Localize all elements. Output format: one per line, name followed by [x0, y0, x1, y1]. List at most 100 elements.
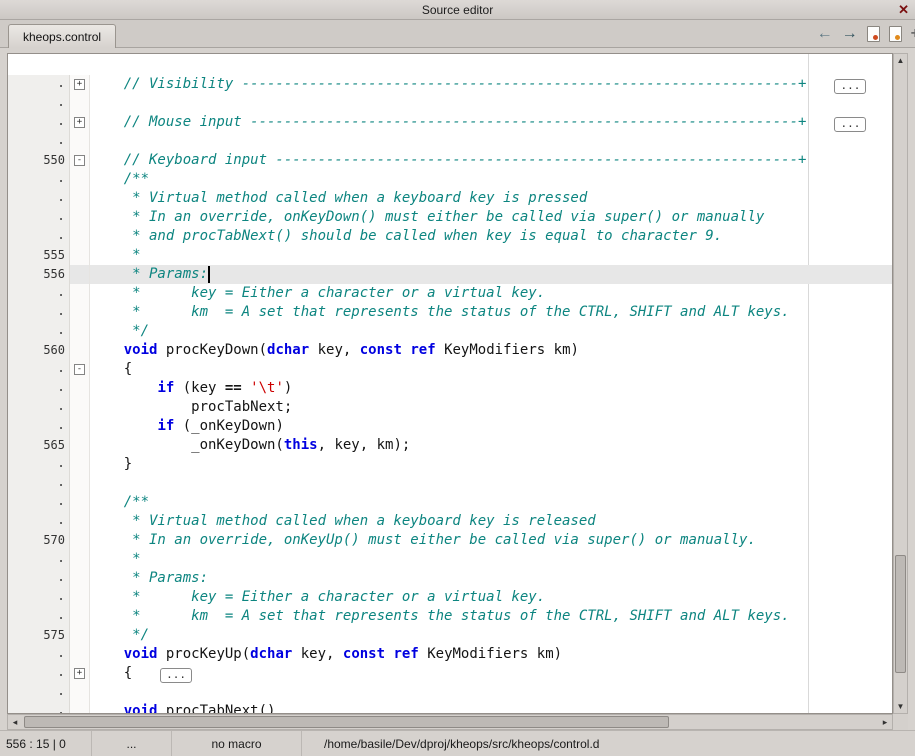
code-text[interactable]: void procTabNext(): [90, 702, 892, 714]
fold-margin: [70, 702, 90, 714]
code-line-current[interactable]: 556 * Params:: [8, 265, 892, 284]
fold-expand-icon[interactable]: +: [74, 79, 85, 90]
code-line[interactable]: 560 void procKeyDown(dchar key, const re…: [8, 341, 892, 360]
code-text[interactable]: * In an override, onKeyDown() must eithe…: [90, 208, 892, 227]
vertical-scrollbar[interactable]: ▲ ▼: [893, 53, 908, 714]
code-text[interactable]: * km = A set that represents the status …: [90, 607, 892, 626]
code-text[interactable]: [90, 94, 892, 113]
code-line[interactable]: . * and procTabNext() should be called w…: [8, 227, 892, 246]
code-text[interactable]: * Virtual method called when a keyboard …: [90, 512, 892, 531]
code-line[interactable]: 570 * In an override, onKeyUp() must eit…: [8, 531, 892, 550]
code-text[interactable]: /**: [90, 493, 892, 512]
code-line[interactable]: . * km = A set that represents the statu…: [8, 607, 892, 626]
code-line[interactable]: . /**: [8, 170, 892, 189]
code-line[interactable]: . * Params:: [8, 569, 892, 588]
horizontal-scroll-thumb[interactable]: [24, 716, 669, 728]
folded-region-box[interactable]: ...: [160, 668, 192, 683]
code-line[interactable]: . *: [8, 550, 892, 569]
scroll-right-icon[interactable]: ▸: [878, 715, 892, 729]
document-marker-icon: [873, 35, 878, 40]
scroll-down-icon[interactable]: ▼: [894, 700, 907, 713]
tab-kheops-control[interactable]: kheops.control: [8, 24, 116, 48]
document-icon[interactable]: [867, 26, 880, 42]
code-text[interactable]: // Visibility --------------------------…: [90, 75, 892, 94]
vertical-scroll-thumb[interactable]: [895, 555, 906, 674]
code-line[interactable]: . * Virtual method called when a keyboar…: [8, 512, 892, 531]
fold-collapse-icon[interactable]: -: [74, 364, 85, 375]
fold-collapse-icon[interactable]: -: [74, 155, 85, 166]
code-text[interactable]: if (key == '\t'): [90, 379, 892, 398]
code-text[interactable]: void procKeyDown(dchar key, const ref Ke…: [90, 341, 892, 360]
code-viewport[interactable]: . + // Visibility -----------------------…: [7, 53, 893, 714]
code-text[interactable]: _onKeyDown(this, key, km);: [90, 436, 892, 455]
code-text[interactable]: {: [90, 360, 892, 379]
go-back-icon[interactable]: ←: [817, 24, 833, 44]
code-line[interactable]: 565 _onKeyDown(this, key, km);: [8, 436, 892, 455]
code-text[interactable]: * Params:: [90, 265, 892, 284]
code-line[interactable]: .: [8, 132, 892, 151]
code-text[interactable]: [90, 474, 892, 493]
code-text[interactable]: // Mouse input -------------------------…: [90, 113, 892, 132]
go-forward-icon[interactable]: →: [842, 24, 858, 44]
fold-expand-icon[interactable]: +: [74, 668, 85, 679]
code-text[interactable]: */: [90, 626, 892, 645]
folded-region-box[interactable]: ...: [834, 79, 866, 94]
code-text[interactable]: * km = A set that represents the status …: [90, 303, 892, 322]
tab-label: kheops.control: [23, 30, 101, 44]
code-text[interactable]: * Params:: [90, 569, 892, 588]
code-line[interactable]: . * In an override, onKeyDown() must eit…: [8, 208, 892, 227]
code-line[interactable]: .: [8, 474, 892, 493]
code-line[interactable]: . if (key == '\t'): [8, 379, 892, 398]
code-line[interactable]: .: [8, 683, 892, 702]
code-text[interactable]: * key = Either a character or a virtual …: [90, 284, 892, 303]
code-line[interactable]: . if (_onKeyDown): [8, 417, 892, 436]
code-text[interactable]: /**: [90, 170, 892, 189]
folded-region-box[interactable]: ...: [834, 117, 866, 132]
code-text[interactable]: {...: [90, 664, 892, 683]
code-text[interactable]: * and procTabNext() should be called whe…: [90, 227, 892, 246]
code-line[interactable]: .- {: [8, 360, 892, 379]
code-line[interactable]: . void procTabNext(): [8, 702, 892, 714]
code-line[interactable]: . */: [8, 322, 892, 341]
code-line[interactable]: . * Virtual method called when a keyboar…: [8, 189, 892, 208]
code-line[interactable]: . * key = Either a character or a virtua…: [8, 284, 892, 303]
close-icon[interactable]: ✕: [898, 2, 909, 18]
fold-margin: [70, 626, 90, 645]
code-line[interactable]: . procTabNext;: [8, 398, 892, 417]
code-line[interactable]: 555 *: [8, 246, 892, 265]
code-line[interactable]: 575 */: [8, 626, 892, 645]
code-line[interactable]: . /**: [8, 493, 892, 512]
code-text[interactable]: procTabNext;: [90, 398, 892, 417]
code-line[interactable]: .+ {...: [8, 664, 892, 683]
line-number-gutter: .: [8, 227, 70, 246]
code-text[interactable]: [90, 132, 892, 151]
code-line[interactable]: .+ // Visibility -----------------------…: [8, 75, 892, 94]
code-text[interactable]: * In an override, onKeyUp() must either …: [90, 531, 892, 550]
code-line[interactable]: 550- // Keyboard input -----------------…: [8, 151, 892, 170]
code-line[interactable]: .+ // Mouse input ----------------------…: [8, 113, 892, 132]
document-alt-icon[interactable]: [889, 26, 902, 42]
code-line[interactable]: . }: [8, 455, 892, 474]
code-line[interactable]: . void procKeyUp(dchar key, const ref Ke…: [8, 645, 892, 664]
line-number-gutter: .: [8, 360, 70, 379]
status-pending: ...: [92, 731, 172, 756]
code-line[interactable]: . * km = A set that represents the statu…: [8, 303, 892, 322]
code-text[interactable]: * Virtual method called when a keyboard …: [90, 189, 892, 208]
code-text[interactable]: */: [90, 322, 892, 341]
code-text[interactable]: }: [90, 455, 892, 474]
code-text[interactable]: [90, 683, 892, 702]
code-text[interactable]: *: [90, 246, 892, 265]
scroll-left-icon[interactable]: ◂: [8, 715, 22, 729]
code-text[interactable]: *: [90, 550, 892, 569]
line-number-gutter: .: [8, 322, 70, 341]
scroll-up-icon[interactable]: ▲: [894, 54, 907, 67]
horizontal-scrollbar[interactable]: ◂ ▸: [7, 714, 893, 730]
code-text[interactable]: // Keyboard input ----------------------…: [90, 151, 892, 170]
fold-expand-icon[interactable]: +: [74, 117, 85, 128]
code-line[interactable]: . * key = Either a character or a virtua…: [8, 588, 892, 607]
code-text[interactable]: * key = Either a character or a virtual …: [90, 588, 892, 607]
code-text[interactable]: void procKeyUp(dchar key, const ref KeyM…: [90, 645, 892, 664]
code-line[interactable]: .: [8, 94, 892, 113]
code-text[interactable]: if (_onKeyDown): [90, 417, 892, 436]
detach-move-icon[interactable]: +: [911, 25, 915, 43]
